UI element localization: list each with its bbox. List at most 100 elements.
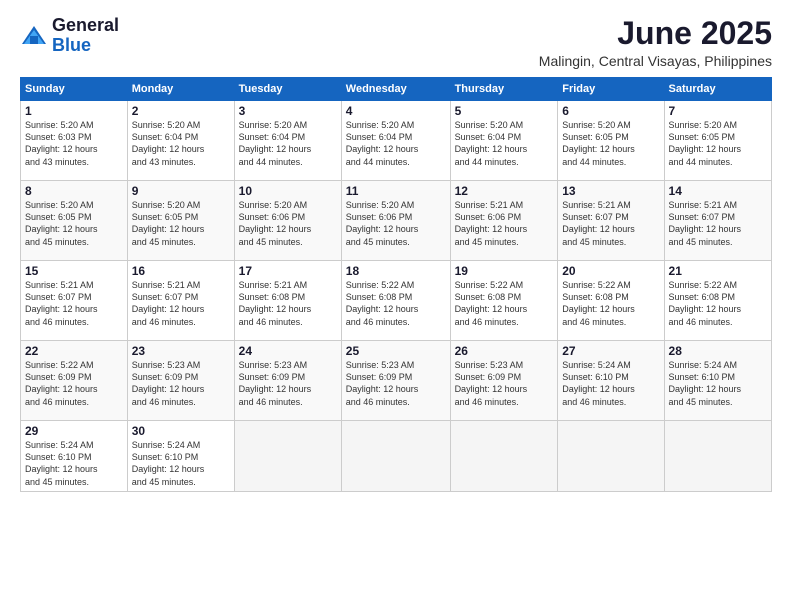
day-number: 20 [562, 264, 659, 278]
calendar-week-row: 15 Sunrise: 5:21 AMSunset: 6:07 PMDaylig… [21, 261, 772, 341]
day-number: 3 [239, 104, 337, 118]
day-info: Sunrise: 5:21 AMSunset: 6:07 PMDaylight:… [669, 200, 742, 246]
day-number: 25 [346, 344, 446, 358]
table-row: 10 Sunrise: 5:20 AMSunset: 6:06 PMDaylig… [234, 181, 341, 261]
day-number: 29 [25, 424, 123, 438]
table-row: 17 Sunrise: 5:21 AMSunset: 6:08 PMDaylig… [234, 261, 341, 341]
col-tuesday: Tuesday [234, 78, 341, 101]
location: Malingin, Central Visayas, Philippines [539, 53, 772, 69]
day-number: 17 [239, 264, 337, 278]
calendar: Sunday Monday Tuesday Wednesday Thursday… [20, 77, 772, 492]
day-info: Sunrise: 5:24 AMSunset: 6:10 PMDaylight:… [669, 360, 742, 406]
table-row: 15 Sunrise: 5:21 AMSunset: 6:07 PMDaylig… [21, 261, 128, 341]
logo-text: General Blue [52, 16, 119, 56]
table-row: 14 Sunrise: 5:21 AMSunset: 6:07 PMDaylig… [664, 181, 771, 261]
table-row: 11 Sunrise: 5:20 AMSunset: 6:06 PMDaylig… [341, 181, 450, 261]
table-row: 5 Sunrise: 5:20 AMSunset: 6:04 PMDayligh… [450, 101, 558, 181]
table-row: 23 Sunrise: 5:23 AMSunset: 6:09 PMDaylig… [127, 341, 234, 421]
day-info: Sunrise: 5:20 AMSunset: 6:05 PMDaylight:… [669, 120, 742, 166]
table-row: 8 Sunrise: 5:20 AMSunset: 6:05 PMDayligh… [21, 181, 128, 261]
day-info: Sunrise: 5:22 AMSunset: 6:08 PMDaylight:… [346, 280, 419, 326]
day-number: 16 [132, 264, 230, 278]
table-row: 29 Sunrise: 5:24 AMSunset: 6:10 PMDaylig… [21, 421, 128, 492]
day-info: Sunrise: 5:22 AMSunset: 6:09 PMDaylight:… [25, 360, 98, 406]
day-info: Sunrise: 5:20 AMSunset: 6:03 PMDaylight:… [25, 120, 98, 166]
day-number: 7 [669, 104, 767, 118]
col-sunday: Sunday [21, 78, 128, 101]
day-info: Sunrise: 5:20 AMSunset: 6:04 PMDaylight:… [346, 120, 419, 166]
table-row [558, 421, 664, 492]
logo-general: General [52, 15, 119, 35]
table-row: 7 Sunrise: 5:20 AMSunset: 6:05 PMDayligh… [664, 101, 771, 181]
table-row [341, 421, 450, 492]
table-row: 27 Sunrise: 5:24 AMSunset: 6:10 PMDaylig… [558, 341, 664, 421]
table-row [664, 421, 771, 492]
day-info: Sunrise: 5:20 AMSunset: 6:06 PMDaylight:… [346, 200, 419, 246]
day-info: Sunrise: 5:24 AMSunset: 6:10 PMDaylight:… [132, 440, 205, 486]
day-number: 4 [346, 104, 446, 118]
table-row: 18 Sunrise: 5:22 AMSunset: 6:08 PMDaylig… [341, 261, 450, 341]
day-number: 27 [562, 344, 659, 358]
day-number: 26 [455, 344, 554, 358]
table-row [234, 421, 341, 492]
table-row: 2 Sunrise: 5:20 AMSunset: 6:04 PMDayligh… [127, 101, 234, 181]
table-row [450, 421, 558, 492]
day-number: 1 [25, 104, 123, 118]
table-row: 6 Sunrise: 5:20 AMSunset: 6:05 PMDayligh… [558, 101, 664, 181]
day-info: Sunrise: 5:23 AMSunset: 6:09 PMDaylight:… [455, 360, 528, 406]
day-number: 14 [669, 184, 767, 198]
table-row: 13 Sunrise: 5:21 AMSunset: 6:07 PMDaylig… [558, 181, 664, 261]
day-info: Sunrise: 5:21 AMSunset: 6:07 PMDaylight:… [562, 200, 635, 246]
calendar-week-row: 1 Sunrise: 5:20 AMSunset: 6:03 PMDayligh… [21, 101, 772, 181]
table-row: 24 Sunrise: 5:23 AMSunset: 6:09 PMDaylig… [234, 341, 341, 421]
calendar-header-row: Sunday Monday Tuesday Wednesday Thursday… [21, 78, 772, 101]
table-row: 20 Sunrise: 5:22 AMSunset: 6:08 PMDaylig… [558, 261, 664, 341]
day-info: Sunrise: 5:21 AMSunset: 6:07 PMDaylight:… [25, 280, 98, 326]
calendar-body: 1 Sunrise: 5:20 AMSunset: 6:03 PMDayligh… [21, 101, 772, 492]
day-info: Sunrise: 5:20 AMSunset: 6:05 PMDaylight:… [25, 200, 98, 246]
calendar-week-row: 22 Sunrise: 5:22 AMSunset: 6:09 PMDaylig… [21, 341, 772, 421]
day-info: Sunrise: 5:20 AMSunset: 6:04 PMDaylight:… [239, 120, 312, 166]
day-info: Sunrise: 5:22 AMSunset: 6:08 PMDaylight:… [562, 280, 635, 326]
day-info: Sunrise: 5:24 AMSunset: 6:10 PMDaylight:… [562, 360, 635, 406]
day-number: 18 [346, 264, 446, 278]
col-thursday: Thursday [450, 78, 558, 101]
day-number: 19 [455, 264, 554, 278]
day-number: 8 [25, 184, 123, 198]
day-info: Sunrise: 5:24 AMSunset: 6:10 PMDaylight:… [25, 440, 98, 486]
day-number: 9 [132, 184, 230, 198]
day-number: 12 [455, 184, 554, 198]
header: General Blue June 2025 Malingin, Central… [20, 16, 772, 69]
col-monday: Monday [127, 78, 234, 101]
day-number: 22 [25, 344, 123, 358]
table-row: 25 Sunrise: 5:23 AMSunset: 6:09 PMDaylig… [341, 341, 450, 421]
day-info: Sunrise: 5:21 AMSunset: 6:08 PMDaylight:… [239, 280, 312, 326]
table-row: 30 Sunrise: 5:24 AMSunset: 6:10 PMDaylig… [127, 421, 234, 492]
table-row: 22 Sunrise: 5:22 AMSunset: 6:09 PMDaylig… [21, 341, 128, 421]
table-row: 21 Sunrise: 5:22 AMSunset: 6:08 PMDaylig… [664, 261, 771, 341]
table-row: 28 Sunrise: 5:24 AMSunset: 6:10 PMDaylig… [664, 341, 771, 421]
day-info: Sunrise: 5:22 AMSunset: 6:08 PMDaylight:… [669, 280, 742, 326]
calendar-week-row: 29 Sunrise: 5:24 AMSunset: 6:10 PMDaylig… [21, 421, 772, 492]
day-number: 13 [562, 184, 659, 198]
day-info: Sunrise: 5:23 AMSunset: 6:09 PMDaylight:… [239, 360, 312, 406]
col-friday: Friday [558, 78, 664, 101]
table-row: 26 Sunrise: 5:23 AMSunset: 6:09 PMDaylig… [450, 341, 558, 421]
day-number: 30 [132, 424, 230, 438]
logo-icon [20, 22, 48, 50]
col-saturday: Saturday [664, 78, 771, 101]
day-info: Sunrise: 5:21 AMSunset: 6:07 PMDaylight:… [132, 280, 205, 326]
day-number: 21 [669, 264, 767, 278]
title-block: June 2025 Malingin, Central Visayas, Phi… [539, 16, 772, 69]
day-info: Sunrise: 5:20 AMSunset: 6:04 PMDaylight:… [455, 120, 528, 166]
table-row: 4 Sunrise: 5:20 AMSunset: 6:04 PMDayligh… [341, 101, 450, 181]
day-number: 6 [562, 104, 659, 118]
table-row: 12 Sunrise: 5:21 AMSunset: 6:06 PMDaylig… [450, 181, 558, 261]
day-number: 10 [239, 184, 337, 198]
col-wednesday: Wednesday [341, 78, 450, 101]
day-number: 15 [25, 264, 123, 278]
month-year: June 2025 [539, 16, 772, 51]
day-info: Sunrise: 5:21 AMSunset: 6:06 PMDaylight:… [455, 200, 528, 246]
day-number: 2 [132, 104, 230, 118]
day-number: 23 [132, 344, 230, 358]
